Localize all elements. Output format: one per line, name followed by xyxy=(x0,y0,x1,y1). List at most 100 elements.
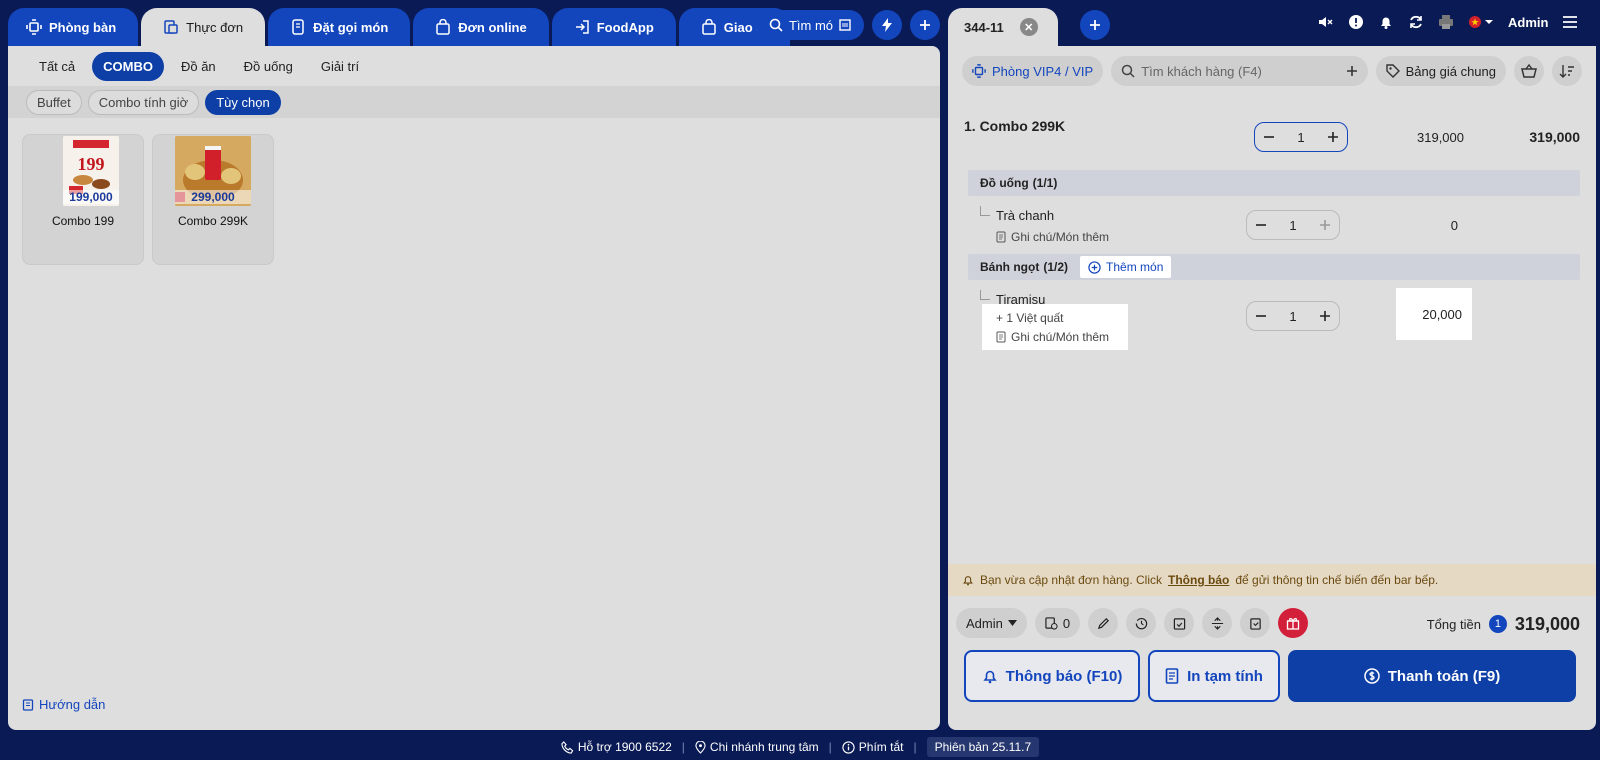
sub-item-name[interactable]: Trà chanh xyxy=(996,208,1054,223)
divider: | xyxy=(828,740,832,754)
basket-button[interactable] xyxy=(1514,56,1544,86)
order-tab[interactable]: 344-11 ✕ xyxy=(948,8,1058,46)
support-link[interactable]: Hỗ trợ 1900 6522 xyxy=(561,740,672,754)
support-label: Hỗ trợ 1900 6522 xyxy=(577,740,672,754)
tab-label: Đơn online xyxy=(458,19,527,35)
tab-dat-goi-mon[interactable]: Đặt gọi món xyxy=(268,8,411,46)
quick-order-button[interactable] xyxy=(872,10,902,40)
product-grid: 199 199,000 Combo 199 299,000 Combo 299K xyxy=(22,134,274,265)
barcode-icon xyxy=(839,19,851,31)
split-button[interactable] xyxy=(1202,608,1233,638)
category-bar: Tất cả COMBO Đồ ăn Đồ uống Giải trí xyxy=(8,46,940,86)
plus-icon[interactable] xyxy=(1319,310,1331,322)
new-order-button[interactable] xyxy=(1080,10,1110,40)
header-toolbar: Admin xyxy=(1318,14,1578,30)
notice-link[interactable]: Thông báo xyxy=(1168,573,1229,587)
notify-label: Thông báo (F10) xyxy=(1005,667,1123,685)
product-card[interactable]: 299,000 Combo 299K xyxy=(152,134,274,265)
add-customer-icon[interactable] xyxy=(1346,65,1358,77)
bell-icon[interactable] xyxy=(1378,14,1394,30)
category-all[interactable]: Tất cả xyxy=(28,52,86,81)
product-card[interactable]: 199 199,000 Combo 199 xyxy=(22,134,144,265)
user-name[interactable]: Admin xyxy=(1508,15,1548,30)
price-box[interactable]: 20,000 xyxy=(1396,288,1472,340)
phone-icon xyxy=(561,740,574,754)
customer-search-input[interactable]: Tìm khách hàng (F4) xyxy=(1111,56,1368,86)
subcategory-combo-time[interactable]: Combo tính giờ xyxy=(87,89,200,115)
refresh-icon[interactable] xyxy=(1408,14,1424,30)
quantity-value[interactable]: 1 xyxy=(1267,218,1319,233)
history-button[interactable] xyxy=(1126,608,1157,638)
clipboard-button[interactable] xyxy=(1240,608,1271,638)
reserve-button[interactable] xyxy=(1164,608,1195,638)
shortcuts-link[interactable]: Phím tắt xyxy=(842,740,903,754)
basket-icon xyxy=(1521,64,1537,78)
close-icon[interactable]: ✕ xyxy=(1019,18,1038,36)
sub-item-name[interactable]: Tiramisu xyxy=(996,292,1045,307)
branch-link[interactable]: Chi nhánh trung tâm xyxy=(695,740,819,754)
tab-don-online[interactable]: Đơn online xyxy=(413,8,549,46)
plus-icon[interactable] xyxy=(1319,219,1331,231)
subcategory-buffet[interactable]: Buffet xyxy=(26,89,82,115)
bell-icon xyxy=(962,574,974,586)
add-button[interactable] xyxy=(910,10,940,40)
minus-icon[interactable] xyxy=(1255,219,1267,231)
note-icon xyxy=(996,331,1006,343)
quantity-value[interactable]: 1 xyxy=(1267,309,1319,324)
category-entertainment[interactable]: Giải trí xyxy=(310,52,370,81)
notify-kitchen-button[interactable]: Thông báo (F10) xyxy=(964,650,1140,702)
printer-icon[interactable] xyxy=(1438,14,1454,30)
hamburger-icon[interactable] xyxy=(1562,15,1578,29)
tab-label: Phòng bàn xyxy=(49,19,117,35)
order-total: Tổng tiền 1 319,000 xyxy=(1427,608,1580,640)
tab-label: FoodApp xyxy=(596,19,654,35)
notice-text: để gửi thông tin chế biến đến bar bếp. xyxy=(1235,573,1439,587)
room-select[interactable]: Phòng VIP4 / VIP xyxy=(962,56,1104,86)
category-combo[interactable]: COMBO xyxy=(92,51,164,81)
minus-icon[interactable] xyxy=(1255,310,1267,322)
waiting-button[interactable]: 0 xyxy=(1034,608,1081,638)
category-food[interactable]: Đồ ăn xyxy=(170,52,227,81)
note-link[interactable]: Ghi chú/Món thêm xyxy=(996,330,1109,344)
notice-text: Bạn vừa cập nhật đơn hàng. Click xyxy=(980,573,1163,587)
kitchen-notice: Bạn vừa cập nhật đơn hàng. Click Thông b… xyxy=(948,564,1596,596)
menu-search-button[interactable]: Tìm mó xyxy=(756,10,864,40)
quantity-stepper: 1 xyxy=(1254,122,1348,152)
unit-price[interactable]: 319,000 xyxy=(1394,130,1464,145)
bag-icon xyxy=(701,19,717,35)
alert-icon[interactable] xyxy=(1348,14,1364,30)
plus-icon[interactable] xyxy=(1327,131,1339,143)
quantity-value[interactable]: 1 xyxy=(1275,130,1327,145)
print-bill-button[interactable]: In tạm tính xyxy=(1148,650,1280,702)
tab-thuc-don[interactable]: Thực đơn xyxy=(141,8,266,46)
order-line[interactable]: 1. Combo 299K 1 319,000 319,000 xyxy=(964,118,1580,152)
note-link[interactable]: Ghi chú/Món thêm xyxy=(996,230,1109,244)
edit-button[interactable] xyxy=(1088,608,1119,638)
receipt-icon xyxy=(1165,668,1179,684)
guide-link[interactable]: Hướng dẫn xyxy=(22,697,105,712)
pricelist-select[interactable]: Bảng giá chung xyxy=(1375,56,1506,86)
minus-icon[interactable] xyxy=(1263,131,1275,143)
add-item-button[interactable]: Thêm món xyxy=(1080,256,1172,278)
group-name: Đồ uống xyxy=(980,176,1029,190)
tag-icon xyxy=(1385,64,1400,78)
tab-foodapp[interactable]: FoodApp xyxy=(551,8,676,46)
staff-label: Admin xyxy=(966,615,1003,631)
category-drinks[interactable]: Đồ uống xyxy=(233,52,304,81)
staff-select[interactable]: Admin xyxy=(956,608,1027,638)
topping-text: + 1 Việt quất xyxy=(996,311,1064,325)
table-icon xyxy=(972,64,986,78)
sort-button[interactable] xyxy=(1552,56,1582,86)
subcategory-custom[interactable]: Tùy chọn xyxy=(205,89,281,115)
lightning-icon xyxy=(881,18,893,32)
gift-button[interactable] xyxy=(1278,608,1309,638)
location-icon xyxy=(695,740,706,754)
dollar-circle-icon xyxy=(1364,668,1380,684)
pay-button[interactable]: Thanh toán (F9) xyxy=(1288,650,1576,702)
mute-icon[interactable] xyxy=(1318,14,1334,30)
status-footer: Hỗ trợ 1900 6522 | Chi nhánh trung tâm |… xyxy=(0,734,1600,760)
bell-icon xyxy=(982,668,998,684)
tab-phong-ban[interactable]: Phòng bàn xyxy=(8,8,139,46)
sub-item-price: 0 xyxy=(1450,218,1458,233)
flag-vn-icon[interactable] xyxy=(1468,14,1494,30)
